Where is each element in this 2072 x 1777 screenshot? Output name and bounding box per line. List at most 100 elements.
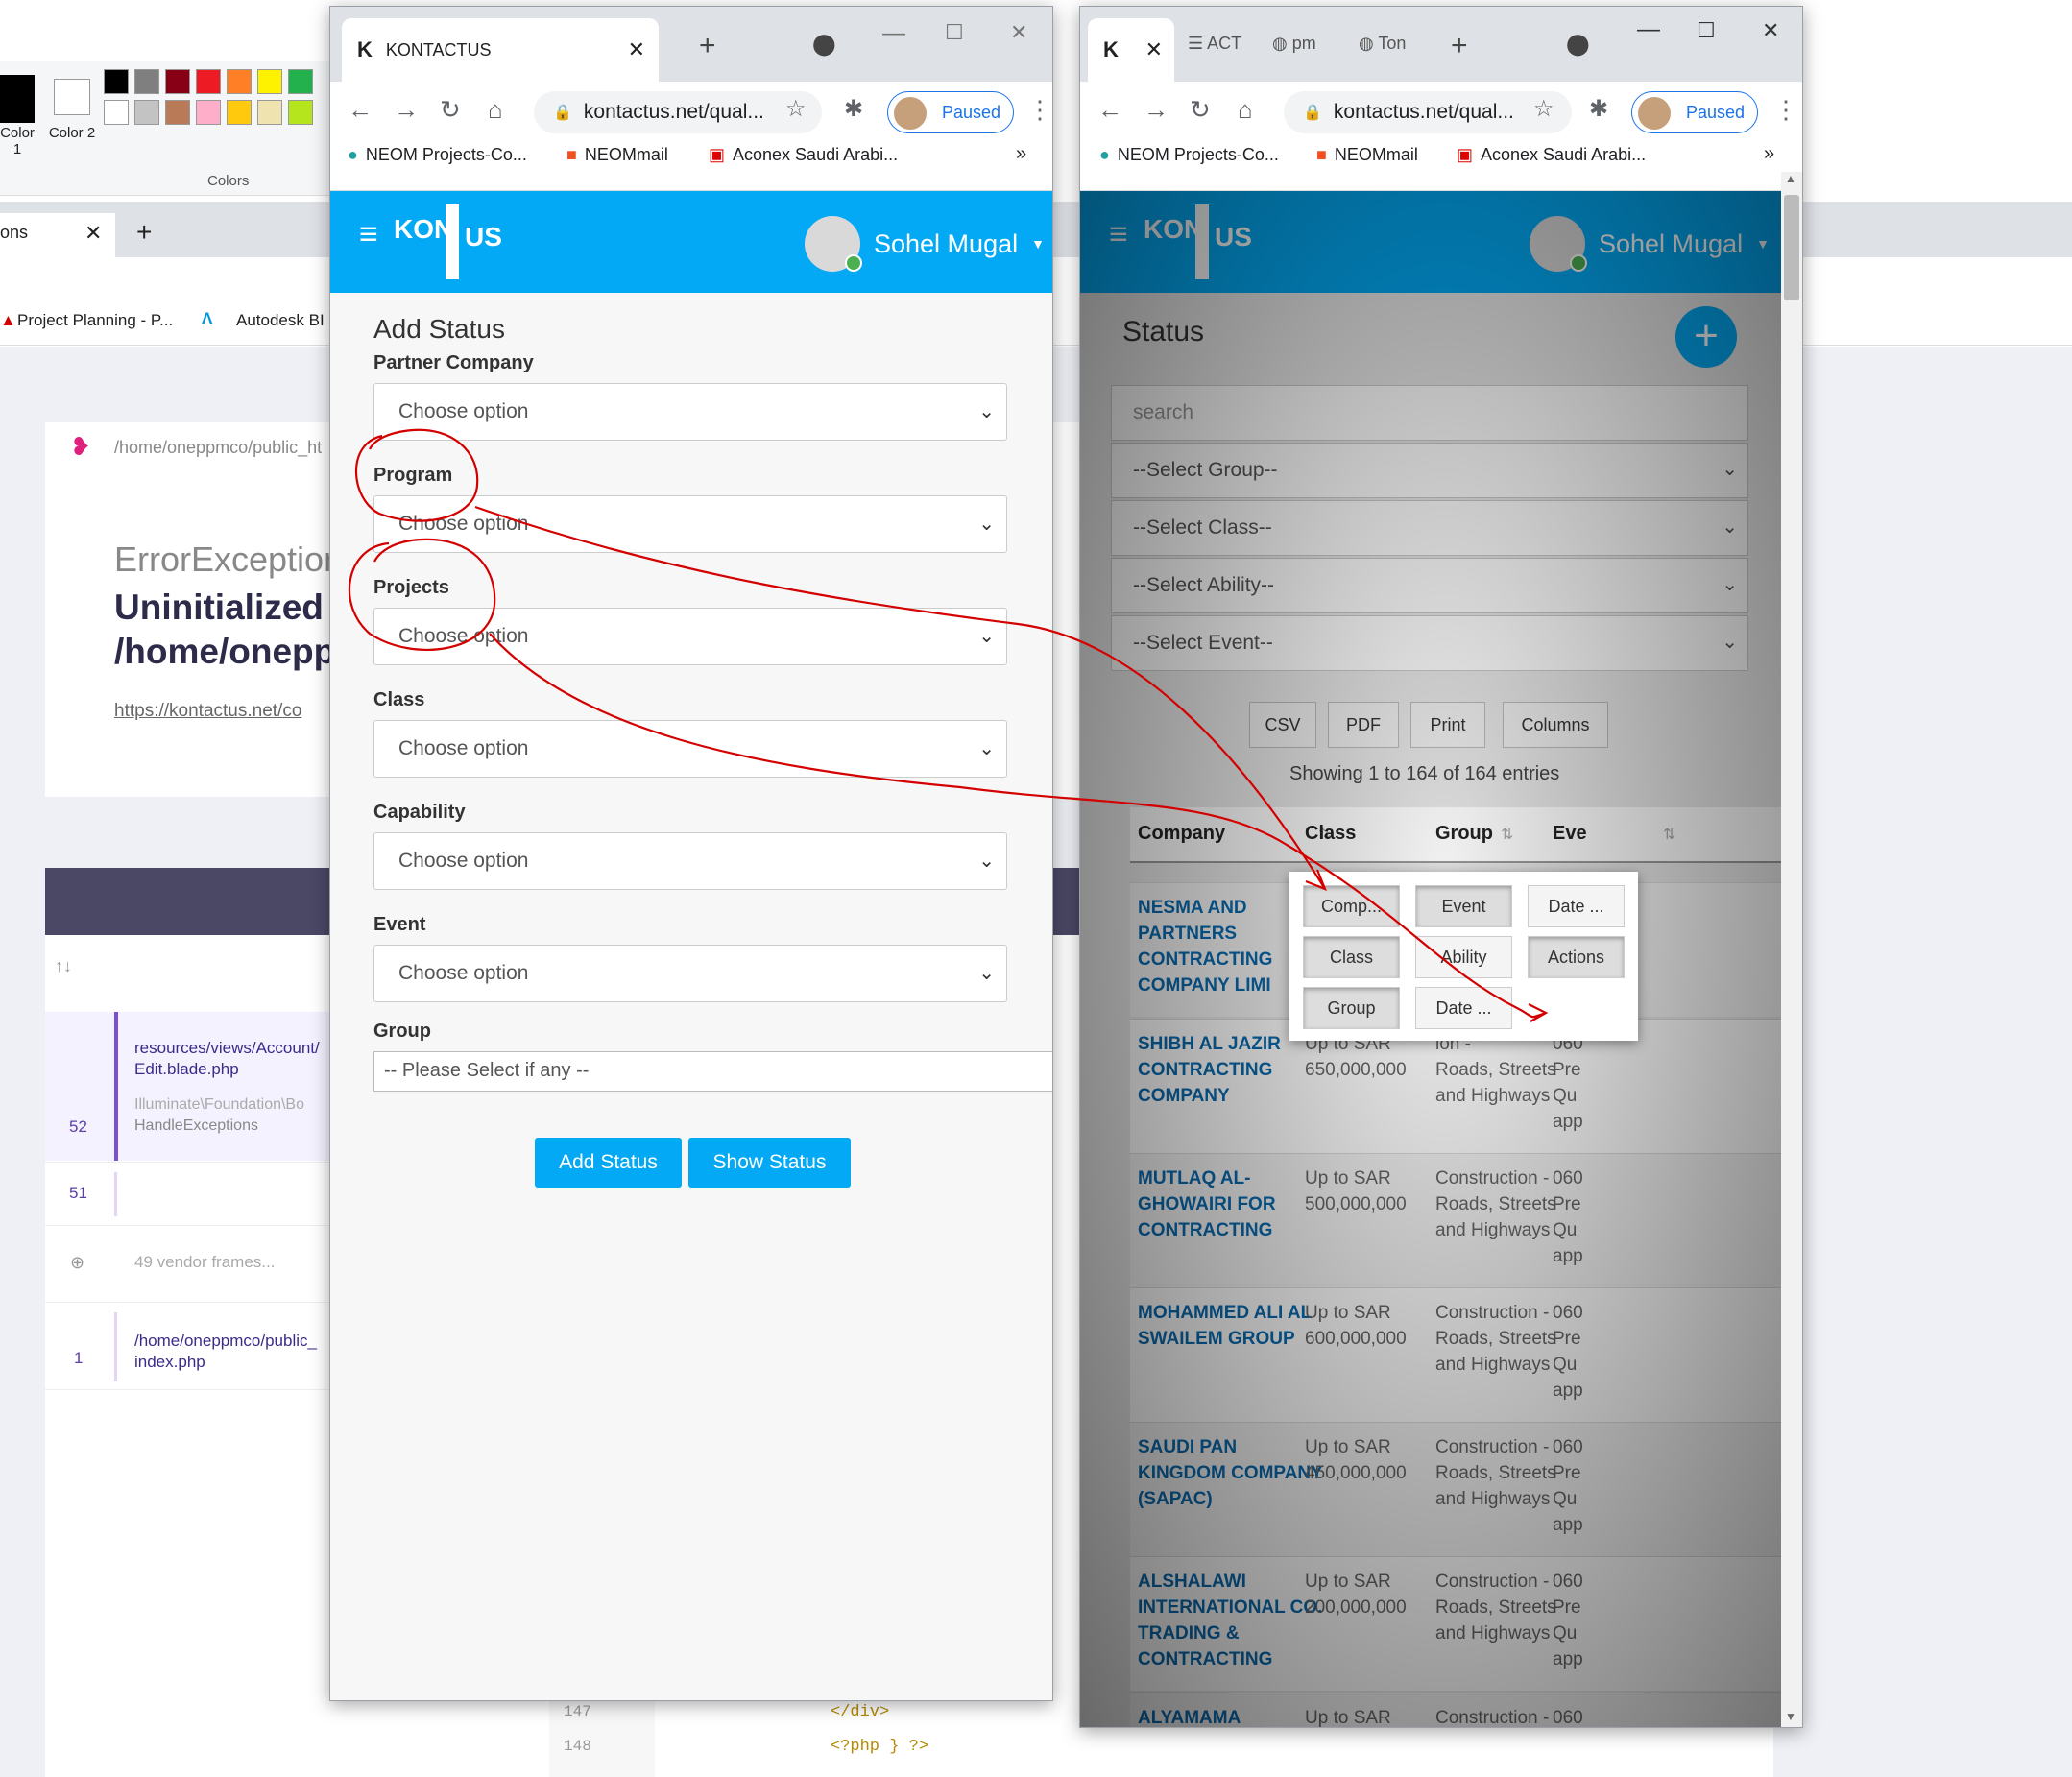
table-row[interactable]: SAUDI PAN KINGDOM COMPANY (SAPAC) Up to SAR…: [1130, 1422, 1793, 1556]
column-toggle-button[interactable]: Group: [1303, 987, 1400, 1029]
column-toggle-button[interactable]: Ability: [1415, 936, 1512, 978]
color-swatch[interactable]: [104, 69, 129, 94]
show-status-button[interactable]: Show Status: [688, 1138, 851, 1188]
bookmark-neom-projects[interactable]: ● NEOM Projects-Co...: [348, 145, 527, 165]
color-swatch[interactable]: [165, 69, 190, 94]
minimize-icon[interactable]: —: [882, 20, 905, 47]
close-tab-icon[interactable]: ✕: [1145, 37, 1163, 62]
color2-swatch[interactable]: [54, 79, 90, 115]
bookmark-neom-projects[interactable]: ● NEOM Projects-Co...: [1099, 145, 1279, 165]
maximize-icon[interactable]: ☐: [945, 20, 964, 45]
color-swatch[interactable]: [134, 69, 159, 94]
new-tab-icon[interactable]: +: [136, 217, 152, 248]
menu-icon[interactable]: ⋮: [1773, 95, 1798, 125]
cell-company[interactable]: ALYAMAMACOMPANY FOR: [1138, 1705, 1273, 1727]
expand-icon[interactable]: ⊕: [70, 1253, 84, 1273]
home-icon[interactable]: ⌂: [1238, 95, 1253, 125]
column-toggle-button[interactable]: Actions: [1528, 936, 1625, 978]
filter-select[interactable]: --Select Ability-- ⌄: [1111, 558, 1748, 613]
cell-company[interactable]: SAUDI PAN KINGDOM COMPANY (SAPAC): [1138, 1434, 1323, 1512]
reload-icon[interactable]: ↻: [1190, 95, 1211, 125]
col-class[interactable]: Class: [1305, 823, 1356, 845]
kontactus-logo[interactable]: ≡ KON US: [1109, 204, 1252, 279]
bookmark-project-planning[interactable]: Project Planning - P...: [17, 311, 173, 330]
cell-company[interactable]: SHIBH AL JAZIR CONTRACTING COMPANY: [1138, 1031, 1281, 1109]
filter-select[interactable]: --Select Event-- ⌄: [1111, 615, 1748, 671]
extensions-icon[interactable]: ✱: [1589, 95, 1608, 123]
color-swatch[interactable]: [227, 69, 252, 94]
filter-select[interactable]: --Select Class-- ⌄: [1111, 500, 1748, 556]
table-row[interactable]: ALYAMAMACOMPANY FOR Up to SAR Construction…: [1130, 1693, 1793, 1727]
scroll-down-icon[interactable]: ▼: [1785, 1710, 1796, 1723]
close-icon[interactable]: ✕: [84, 221, 102, 246]
new-tab-icon[interactable]: +: [699, 30, 716, 62]
export-button[interactable]: PDF: [1328, 702, 1399, 748]
column-toggle-button[interactable]: Class: [1303, 936, 1400, 978]
col-group[interactable]: Group: [1435, 823, 1493, 845]
address-bar[interactable]: 🔒 kontactus.net/qual...: [1284, 91, 1572, 133]
cell-company[interactable]: ALSHALAWI INTERNATIONAL CO. TRADING & CONTR…: [1138, 1569, 1322, 1672]
vendor-frames-row[interactable]: ⊕ 49 vendor frames...: [45, 1225, 333, 1302]
col-company[interactable]: Company: [1138, 823, 1225, 845]
export-button[interactable]: CSV: [1249, 702, 1316, 748]
export-button[interactable]: Columns: [1503, 702, 1608, 748]
color-swatch[interactable]: [288, 69, 313, 94]
add-status-fab[interactable]: +: [1675, 306, 1737, 368]
close-window-icon[interactable]: ✕: [1762, 18, 1779, 43]
background-tab[interactable]: ons ✕: [0, 213, 115, 257]
user-menu[interactable]: Sohel Mugal ▼: [1530, 216, 1770, 272]
back-icon[interactable]: ←: [348, 95, 373, 125]
cell-company[interactable]: MUTLAQ AL- GHOWAIRI FOR CONTRACTING: [1138, 1165, 1276, 1243]
col-event[interactable]: Eve: [1553, 823, 1587, 845]
color-swatch[interactable]: [288, 100, 313, 125]
sort-arrows-icon[interactable]: ↑↓: [55, 956, 72, 976]
bookmark-star-icon[interactable]: ☆: [1533, 95, 1554, 123]
cell-company[interactable]: NESMA AND PARTNERS CONTRACTING COMPANY LIMI: [1138, 895, 1272, 998]
color-swatch[interactable]: [227, 100, 252, 125]
scroll-thumb[interactable]: [1784, 195, 1799, 300]
bookmark-star-icon[interactable]: ☆: [785, 95, 807, 123]
tab-pm[interactable]: ◍ pm: [1272, 34, 1316, 54]
search-input[interactable]: search: [1111, 385, 1748, 441]
close-tab-icon[interactable]: ✕: [628, 37, 645, 62]
color-swatch[interactable]: [196, 69, 221, 94]
error-url-link[interactable]: https://kontactus.net/co: [114, 701, 301, 722]
maximize-icon[interactable]: ☐: [1697, 18, 1716, 43]
extensions-icon[interactable]: ✱: [844, 95, 863, 123]
profile-paused-button[interactable]: Paused: [887, 91, 1014, 133]
scroll-up-icon[interactable]: ▲: [1785, 172, 1796, 185]
scrollbar[interactable]: ▲ ▼: [1781, 172, 1802, 1727]
tab-act[interactable]: ☰ ACT: [1188, 34, 1241, 54]
bookmark-neommail[interactable]: ■ NEOMmail: [1316, 145, 1418, 165]
kontactus-logo[interactable]: ≡ KON US: [359, 204, 502, 279]
frame-row-active[interactable]: 52 resources/views/Account/ Edit.blade.p…: [45, 1012, 333, 1161]
field-select[interactable]: Choose option ⌄: [373, 720, 1007, 778]
tab-kontactus[interactable]: K ✕: [1088, 18, 1174, 82]
bookmark-autodesk[interactable]: Autodesk BI: [236, 311, 325, 330]
tab-ton[interactable]: ◍ Ton: [1359, 34, 1406, 54]
color-swatch[interactable]: [257, 69, 282, 94]
menu-icon[interactable]: ⋮: [1027, 95, 1052, 125]
frame-row[interactable]: 51: [45, 1162, 333, 1225]
field-select[interactable]: Choose option ⌄: [373, 832, 1007, 890]
group-select[interactable]: -- Please Select if any --: [373, 1051, 1052, 1092]
color-swatch[interactable]: [165, 100, 190, 125]
table-row[interactable]: ALSHALAWI INTERNATIONAL CO. TRADING & CONTR…: [1130, 1556, 1793, 1691]
cell-company[interactable]: MOHAMMED ALI AL SWAILEM GROUP: [1138, 1300, 1312, 1352]
color1-swatch[interactable]: [0, 75, 35, 123]
minimize-icon[interactable]: —: [1637, 16, 1660, 43]
color-swatch[interactable]: [257, 100, 282, 125]
sort-icon[interactable]: ⇅: [1501, 825, 1513, 844]
field-select[interactable]: Choose option ⌄: [373, 495, 1007, 553]
add-status-button[interactable]: Add Status: [535, 1138, 682, 1188]
reload-icon[interactable]: ↻: [440, 95, 461, 125]
field-select[interactable]: Choose option ⌄: [373, 945, 1007, 1002]
table-row[interactable]: MUTLAQ AL- GHOWAIRI FOR CONTRACTING Up to S…: [1130, 1153, 1793, 1287]
field-select[interactable]: Choose option ⌄: [373, 608, 1007, 665]
field-select[interactable]: Choose option ⌄: [373, 383, 1007, 441]
column-toggle-button[interactable]: Date ...: [1528, 885, 1625, 927]
forward-icon[interactable]: →: [1144, 95, 1169, 125]
bookmark-neommail[interactable]: ■ NEOMmail: [566, 145, 668, 165]
forward-icon[interactable]: →: [394, 95, 419, 125]
sort-icon[interactable]: ⇅: [1663, 825, 1675, 844]
